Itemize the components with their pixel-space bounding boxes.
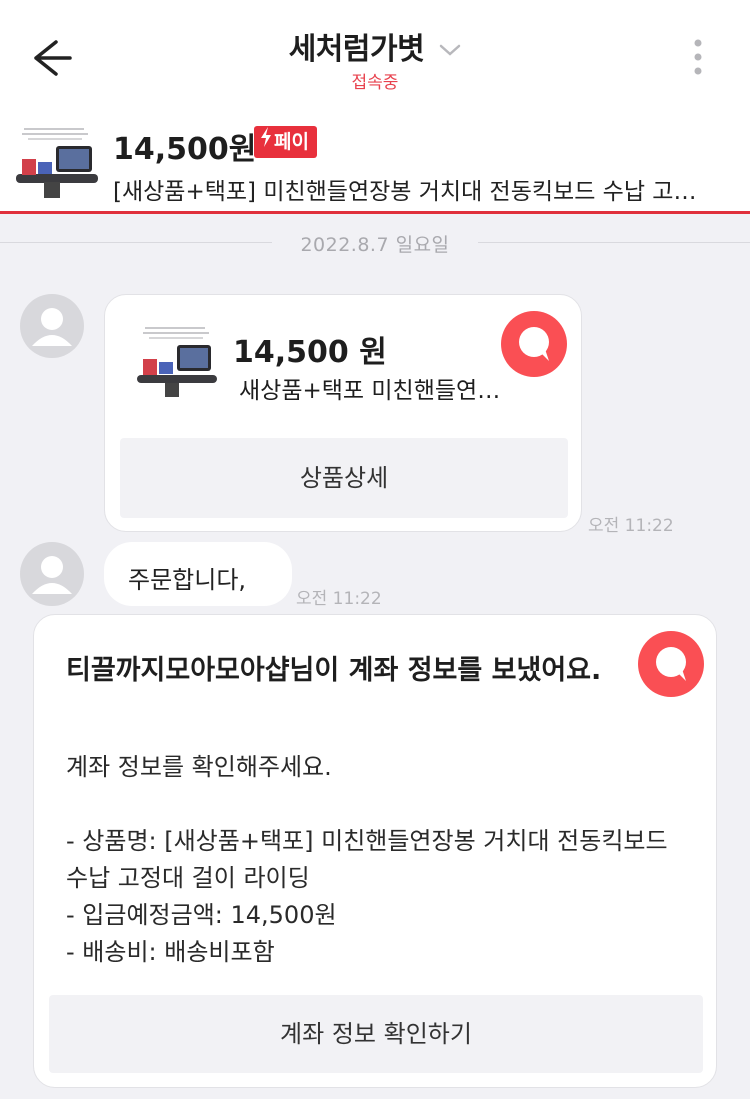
product-card-thumbnail xyxy=(135,323,219,403)
lightning-icon xyxy=(260,125,272,157)
date-label: 2022.8.7 일요일 xyxy=(300,234,450,256)
date-separator: 2022.8.7 일요일 xyxy=(0,230,750,256)
brand-logo-icon xyxy=(501,311,567,377)
product-card-title: 새상품+택포 미친핸들연장봉 거치대 xyxy=(239,378,519,404)
chat-header: 세처럼가볏 접속중 xyxy=(0,0,750,110)
pay-badge-label: 페이 xyxy=(274,131,309,153)
check-account-button[interactable]: 계좌 정보 확인하기 xyxy=(49,995,703,1073)
avatar[interactable] xyxy=(20,542,84,606)
message-time: 오전 11:22 xyxy=(588,516,674,536)
pay-badge: 페이 xyxy=(254,126,317,158)
date-divider-right xyxy=(478,242,750,243)
account-card-title: 티끌까지모아모아샵님이 계좌 정보를 보냈어요. xyxy=(66,655,602,686)
message-text: 주문합니다, xyxy=(128,566,247,594)
online-status: 접속중 xyxy=(351,73,399,93)
account-info-card[interactable]: 티끌까지모아모아샵님이 계좌 정보를 보냈어요. 계좌 정보를 확인해주세요. … xyxy=(33,614,717,1088)
product-title: [새상품+택포] 미친핸들연장봉 거치대 전동킥보드 수납 고정대 걸이 라이딩 xyxy=(113,179,713,205)
brand-logo-icon xyxy=(638,631,704,697)
more-options-icon[interactable] xyxy=(688,38,708,78)
message-time: 오전 11:22 xyxy=(296,589,382,609)
product-detail-button[interactable]: 상품상세 xyxy=(120,438,568,518)
product-price: 14,500원 xyxy=(113,132,257,167)
product-thumbnail[interactable] xyxy=(14,124,100,204)
product-card-price: 14,500 원 xyxy=(233,335,387,370)
chat-partner-name[interactable]: 세처럼가볏 xyxy=(289,32,425,67)
chevron-down-icon[interactable] xyxy=(439,42,461,61)
avatar[interactable] xyxy=(20,294,84,358)
chat-title-wrap[interactable]: 세처럼가볏 xyxy=(0,24,750,68)
account-card-body: 계좌 정보를 확인해주세요. - 상품명: [새상품+택포] 미친핸들연장봉 거… xyxy=(66,753,668,966)
product-card-message[interactable]: 14,500 원 새상품+택포 미친핸들연장봉 거치대 상품상세 xyxy=(104,294,582,532)
product-info-bar[interactable]: 14,500원 페이 [새상품+택포] 미친핸들연장봉 거치대 전동킥보드 수납… xyxy=(0,110,750,214)
text-message-bubble[interactable]: 주문합니다, xyxy=(104,542,292,606)
